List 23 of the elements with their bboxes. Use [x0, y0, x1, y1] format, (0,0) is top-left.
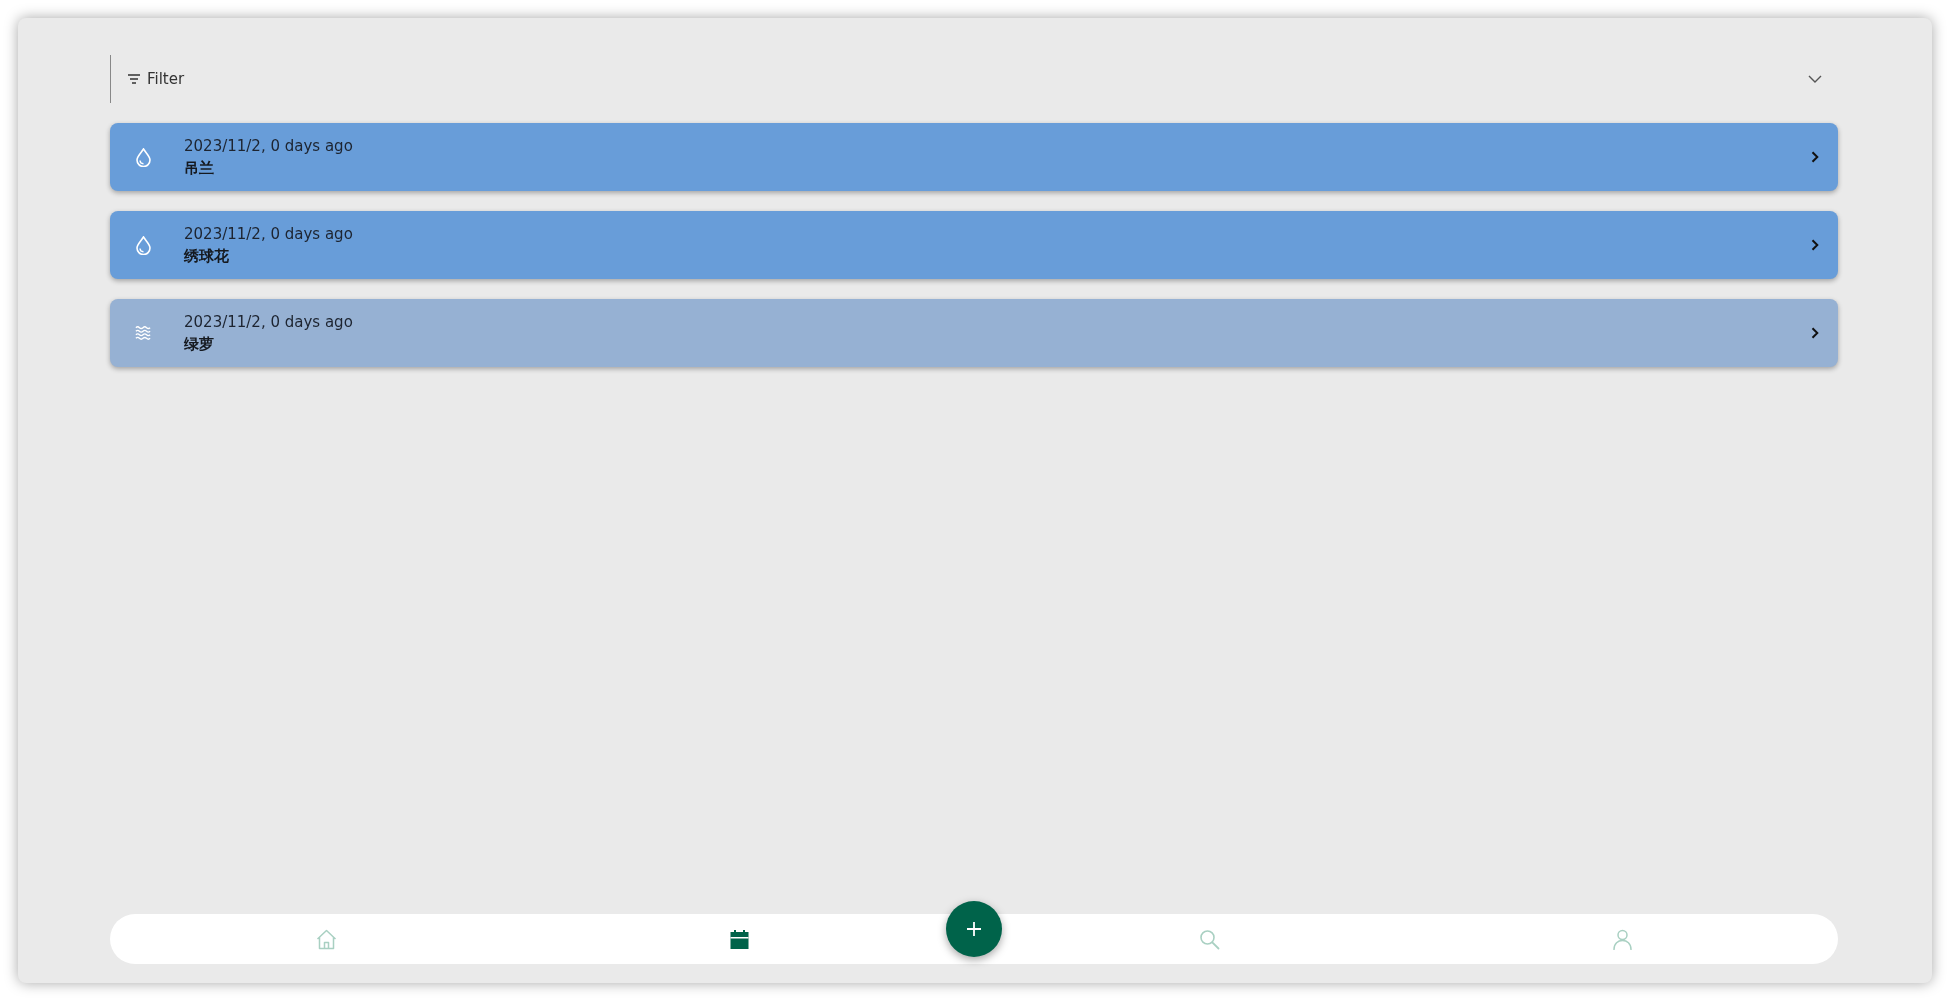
filter-panel-header[interactable]: Filter	[110, 55, 1838, 103]
watering-record-card[interactable]: 2023/11/2, 0 days ago 绿萝	[110, 299, 1838, 367]
record-date: 2023/11/2, 0 days ago	[184, 136, 353, 156]
chevron-right-icon	[1811, 239, 1819, 251]
chevron-right-icon	[1811, 151, 1819, 163]
add-button[interactable]	[946, 901, 1002, 957]
record-date: 2023/11/2, 0 days ago	[184, 224, 353, 244]
plant-name: 绿萝	[184, 334, 215, 354]
watering-record-card[interactable]: 2023/11/2, 0 days ago 吊兰	[110, 123, 1838, 191]
person-icon[interactable]	[1611, 928, 1633, 950]
plant-name: 绣球花	[184, 246, 230, 266]
search-icon[interactable]	[1198, 928, 1220, 950]
calendar-icon[interactable]	[728, 928, 750, 950]
waves-icon	[135, 325, 151, 341]
filter-icon	[128, 74, 140, 84]
home-icon[interactable]	[315, 928, 337, 950]
watering-record-card[interactable]: 2023/11/2, 0 days ago 绣球花	[110, 211, 1838, 279]
record-date: 2023/11/2, 0 days ago	[184, 312, 353, 332]
chevron-right-icon	[1811, 327, 1819, 339]
droplet-icon	[135, 235, 151, 255]
plant-name: 吊兰	[184, 158, 215, 178]
droplet-icon	[135, 147, 151, 167]
plus-icon	[967, 922, 981, 936]
